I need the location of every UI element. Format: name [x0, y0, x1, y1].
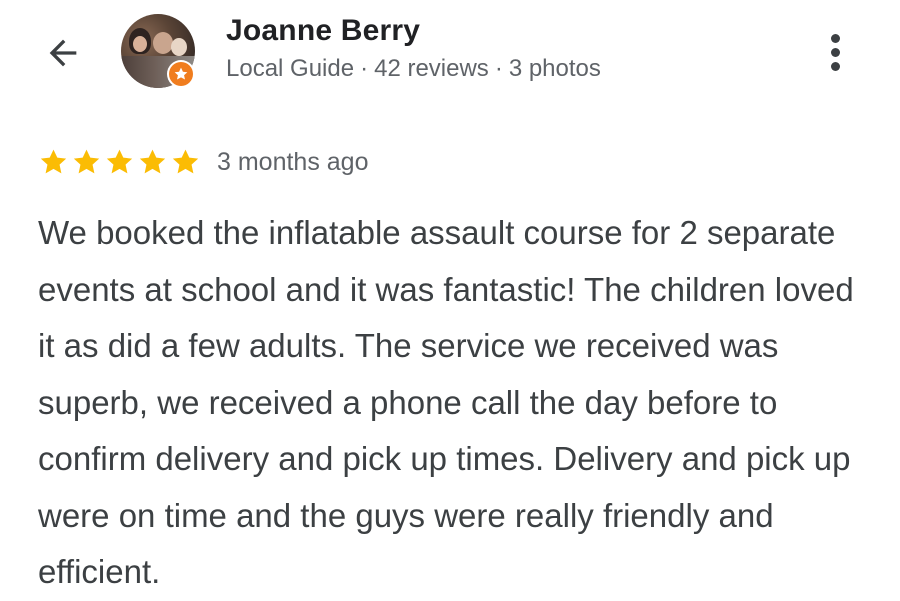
reviewer-name[interactable]: Joanne Berry: [226, 14, 420, 48]
reviewer-photo-count: 3 photos: [508, 55, 601, 82]
rating-row: 3 months ago: [38, 142, 369, 182]
review-header: Joanne Berry Local Guide · 42 reviews · 3 ph…: [0, 0, 900, 110]
more-vert-icon: [830, 33, 840, 43]
star-icon: [106, 149, 133, 173]
arrow-back-icon: [49, 39, 77, 67]
meta-separator: ·: [360, 55, 369, 82]
reviewer-meta: Local Guide · 42 reviews · 3 photos: [226, 55, 601, 83]
review-time: 3 months ago: [217, 147, 369, 176]
star-icon: [172, 149, 199, 173]
reviewer-review-count: 42 reviews: [374, 55, 489, 82]
meta-separator: ·: [494, 55, 503, 82]
star-icon: [73, 149, 100, 173]
reviewer-level: Local Guide: [226, 55, 355, 82]
star-rating: [38, 147, 201, 178]
local-guide-badge: [167, 60, 195, 88]
reviewer-avatar[interactable]: [121, 14, 195, 88]
star-icon: [139, 149, 166, 173]
more-options-button[interactable]: [812, 26, 858, 78]
more-vert-icon-dot: [830, 61, 840, 71]
more-vert-icon-dot: [830, 47, 840, 57]
review-text: We booked the inflatable assault course …: [38, 214, 854, 590]
star-icon: [40, 149, 67, 173]
local-guide-star-badge-icon: [174, 67, 188, 80]
back-button[interactable]: [38, 28, 88, 78]
